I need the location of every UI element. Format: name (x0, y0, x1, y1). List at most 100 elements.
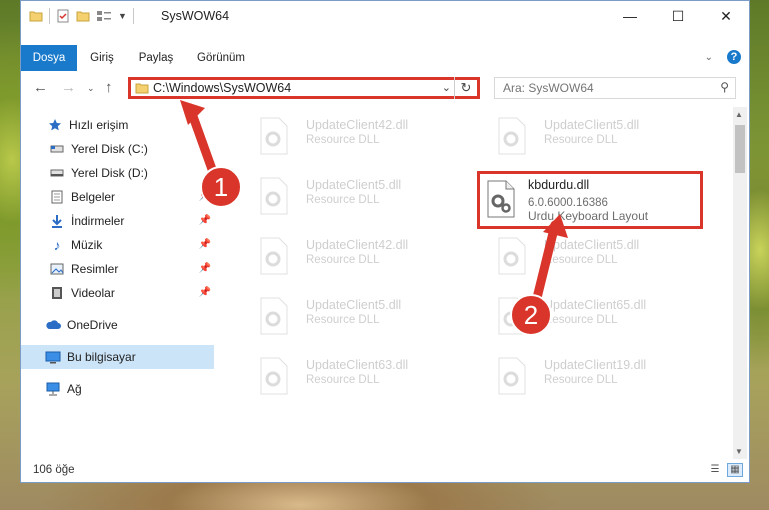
file-tile[interactable]: UpdateClient42.dll Resource DLL (239, 111, 454, 163)
help-icon[interactable]: ? (727, 50, 741, 64)
recent-locations-icon[interactable]: ⌄ (87, 83, 95, 94)
file-description: Resource DLL (544, 254, 618, 266)
details-view-icon[interactable]: ☰ (707, 463, 723, 477)
new-folder-icon[interactable] (76, 9, 90, 23)
file-description: Resource DLL (306, 374, 380, 386)
search-box[interactable]: ⚲ (494, 77, 736, 99)
dll-file-icon (487, 180, 515, 218)
properties-icon[interactable] (56, 9, 70, 23)
file-tile[interactable]: UpdateClient5.dll Resource DLL (477, 231, 692, 283)
sidebar-item-pictures[interactable]: Resimler 📌 (21, 257, 214, 281)
quick-access-toolbar: ▼ (29, 8, 134, 24)
file-name: UpdateClient63.dll (306, 358, 409, 372)
tab-giris[interactable]: Giriş (81, 45, 123, 71)
file-version: 6.0.6000.16386 (528, 197, 608, 209)
refresh-icon[interactable]: ↻ (454, 77, 477, 99)
sidebar-item-label: Müzik (71, 238, 103, 252)
dll-file-icon (260, 177, 288, 215)
expand-ribbon-icon[interactable]: ⌄ (705, 52, 713, 63)
pin-icon[interactable]: 📌 (199, 287, 211, 298)
tab-paylas[interactable]: Paylaş (131, 45, 181, 71)
network-icon (45, 382, 61, 396)
toolbar-separator (132, 8, 134, 24)
file-description: Resource DLL (544, 374, 618, 386)
scroll-up-icon[interactable]: ▲ (735, 110, 743, 119)
folder-icon[interactable] (29, 9, 43, 23)
dll-file-icon (260, 237, 288, 275)
sidebar-item-label: Resimler (71, 262, 119, 276)
file-tile[interactable]: UpdateClient63.dll Resource DLL (239, 351, 454, 403)
file-description: Resource DLL (306, 194, 380, 206)
scroll-down-icon[interactable]: ▼ (735, 447, 743, 456)
star-icon (47, 118, 63, 132)
pictures-icon (49, 262, 65, 276)
maximize-button[interactable]: ☐ (655, 1, 701, 31)
minimize-button[interactable]: — (607, 1, 653, 31)
dll-file-icon (498, 357, 526, 395)
sidebar-item-documents[interactable]: Belgeler 📌 (21, 185, 214, 209)
file-tile-kbdurdu[interactable]: kbdurdu.dll 6.0.6000.16386 Urdu Keyboard… (477, 171, 703, 229)
file-tile[interactable]: UpdateClient42.dll Resource DLL (239, 231, 454, 283)
sidebar-item-label: Belgeler (71, 190, 116, 204)
sidebar-item-label: OneDrive (67, 318, 118, 332)
file-tile[interactable]: UpdateClient5.dll Resource DLL (477, 111, 692, 163)
dll-file-icon (498, 237, 526, 275)
documents-icon (49, 190, 65, 204)
toolbar-separator (49, 8, 50, 24)
sidebar-item-onedrive[interactable]: OneDrive (21, 313, 214, 337)
pin-icon[interactable]: 📌 (199, 239, 211, 250)
file-tile[interactable]: UpdateClient5.dll Resource DLL (239, 291, 454, 343)
address-bar[interactable]: C:\Windows\SysWOW64 ⌄ ↻ (128, 77, 480, 99)
file-description: Resource DLL (544, 134, 618, 146)
up-arrow-icon[interactable]: ↑ (105, 79, 113, 96)
dll-file-icon (498, 117, 526, 155)
address-path: C:\Windows\SysWOW64 (153, 81, 292, 95)
chevron-down-icon[interactable]: ⌄ (442, 81, 451, 94)
sidebar-item-videos[interactable]: Videolar 📌 (21, 281, 214, 305)
view-options-icon[interactable] (96, 9, 112, 23)
tiles-view-icon[interactable]: ▦ (727, 463, 743, 477)
sidebar-item-local-disk-c[interactable]: Yerel Disk (C:) (21, 137, 214, 161)
tab-gorunum[interactable]: Görünüm (191, 45, 251, 71)
forward-arrow-icon[interactable]: → (61, 79, 76, 96)
sidebar-item-downloads[interactable]: İndirmeler 📌 (21, 209, 214, 233)
scrollbar-thumb[interactable] (735, 125, 745, 173)
file-name: UpdateClient42.dll (306, 118, 409, 132)
file-name: UpdateClient42.dll (306, 238, 409, 252)
file-description: Resource DLL (306, 254, 380, 266)
pin-icon[interactable]: 📌 (199, 191, 211, 202)
explorer-window: ▼ SysWOW64 — ☐ ✕ Dosya Giriş Paylaş Görü… (20, 0, 750, 483)
search-icon[interactable]: ⚲ (720, 80, 729, 94)
vertical-scrollbar[interactable]: ▲ ▼ (733, 107, 747, 459)
ribbon-right-controls: ⌄ ? (705, 50, 741, 64)
sidebar-item-music[interactable]: ♪ Müzik 📌 (21, 233, 214, 257)
file-tile[interactable]: UpdateClient19.dll Resource DLL (477, 351, 692, 403)
navigation-bar: ← → ⌄ ↑ C:\Windows\SysWOW64 ⌄ ↻ ⚲ (21, 75, 749, 103)
file-name: kbdurdu.dll (528, 178, 590, 192)
tab-dosya[interactable]: Dosya (21, 45, 77, 71)
qat-dropdown-icon[interactable]: ▼ (118, 11, 127, 21)
file-name: UpdateClient19.dll (544, 358, 647, 372)
sidebar-item-label: Ağ (67, 382, 82, 396)
sidebar-item-label: Yerel Disk (C:) (71, 142, 148, 156)
drive-icon (49, 142, 65, 156)
file-name: UpdateClient5.dll (306, 178, 402, 192)
file-name: UpdateClient65.dll (544, 298, 647, 312)
close-button[interactable]: ✕ (703, 1, 749, 31)
search-input[interactable] (501, 80, 705, 96)
title-bar: ▼ SysWOW64 — ☐ ✕ (21, 1, 749, 31)
file-description: Urdu Keyboard Layout (528, 209, 649, 223)
minimize-icon: — (623, 8, 637, 24)
dll-file-icon (260, 297, 288, 335)
sidebar-item-local-disk-d[interactable]: Yerel Disk (D:) (21, 161, 214, 185)
pin-icon[interactable]: 📌 (199, 263, 211, 274)
back-arrow-icon[interactable]: ← (33, 79, 48, 96)
sidebar-item-network[interactable]: Ağ (21, 377, 214, 401)
sidebar-item-quick-access[interactable]: Hızlı erişim (21, 113, 214, 137)
sidebar-item-this-pc[interactable]: Bu bilgisayar (21, 345, 214, 369)
file-tile[interactable]: UpdateClient65.dll Resource DLL (477, 291, 692, 343)
ribbon-tabs: Dosya Giriş Paylaş Görünüm ⌄ ? (21, 45, 749, 71)
view-buttons: ☰ ▦ (707, 463, 743, 477)
file-tile[interactable]: UpdateClient5.dll Resource DLL (239, 171, 454, 223)
pin-icon[interactable]: 📌 (199, 215, 211, 226)
